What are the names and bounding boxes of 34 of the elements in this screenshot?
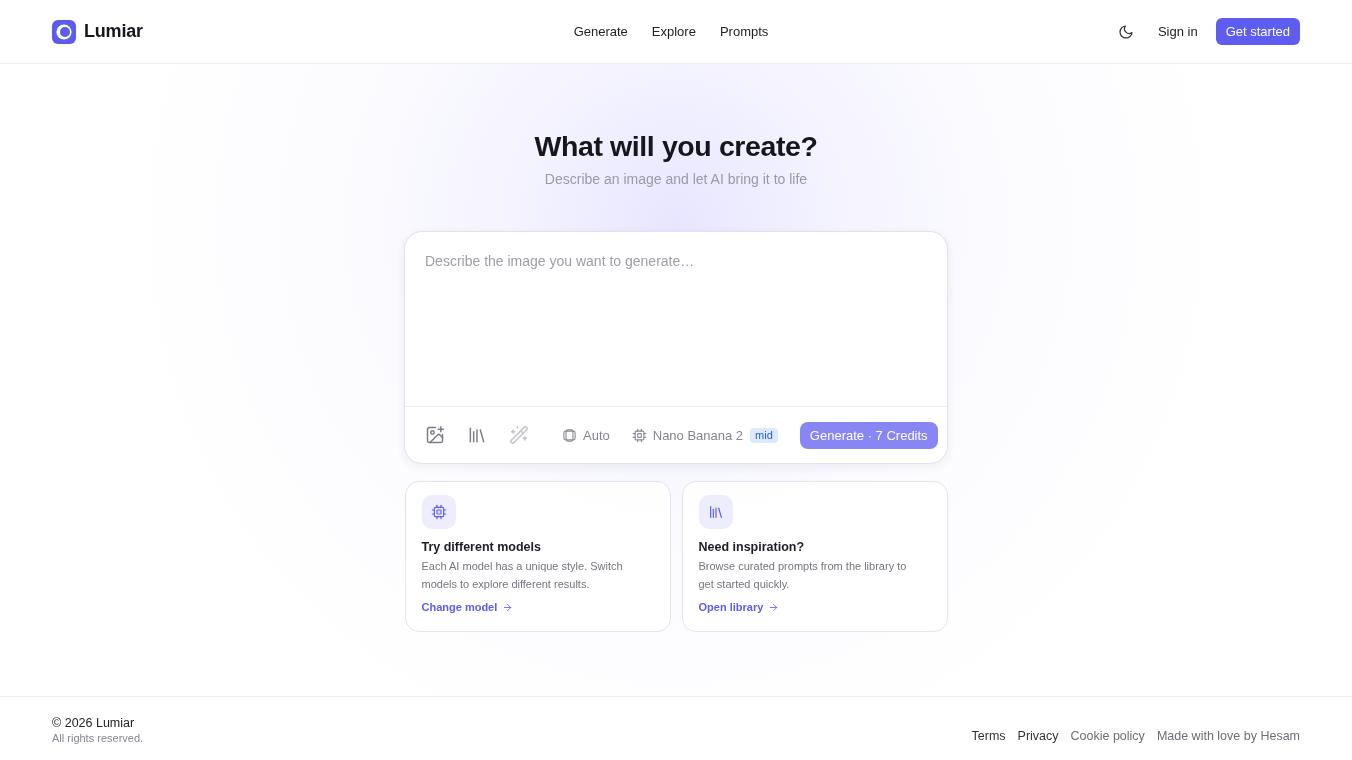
rights-text: All rights reserved. [52,731,144,746]
model-selector[interactable]: Nano Banana 2 mid [631,427,778,443]
card-title: Try different models [421,539,541,556]
brand-name[interactable]: Lumiar [84,21,143,42]
copyright-text: © 2026 Lumiar [52,715,136,731]
card-link[interactable]: Open library [698,601,780,613]
cpu-icon [631,427,647,443]
mode-selector[interactable]: Auto [562,427,610,443]
card-link[interactable]: Change model [421,601,514,613]
moon-icon[interactable] [1117,23,1134,40]
footer-link[interactable]: Terms [971,728,1006,743]
books-icon [698,495,733,529]
tier-badge: mid [750,427,778,443]
nav-link[interactable]: Prompts [719,24,769,39]
get-started-button[interactable]: Get started [1215,18,1300,45]
books-icon[interactable] [467,425,487,445]
nav-link[interactable]: Generate [573,24,628,39]
logo-icon[interactable] [52,19,76,44]
card-description: Browse curated prompts from the library to get started quickly. [698,559,908,592]
nav-link[interactable]: Explore [651,24,696,39]
cpu-icon [421,495,456,529]
hero-title: What will you create? [534,129,818,164]
image-add-icon[interactable] [425,425,445,445]
footer-link[interactable]: Cookie policy [1070,728,1145,743]
sign-in-link[interactable]: Sign in [1157,24,1198,39]
footer-link[interactable]: Made with love by Hesam [1156,728,1300,743]
frame-icon [562,427,577,443]
card-description: Each AI model has a unique style. Switch models to explore different results. [421,559,624,592]
hero-subtitle: Describe an image and let AI bring it to life [544,170,808,188]
prompt-field[interactable]: Describe the image you want to generate… [405,232,947,407]
arrow-right-icon [768,601,780,613]
footer-link[interactable]: Privacy [1017,728,1059,743]
arrow-right-icon [502,601,514,613]
card-title: Need inspiration? [698,539,805,556]
